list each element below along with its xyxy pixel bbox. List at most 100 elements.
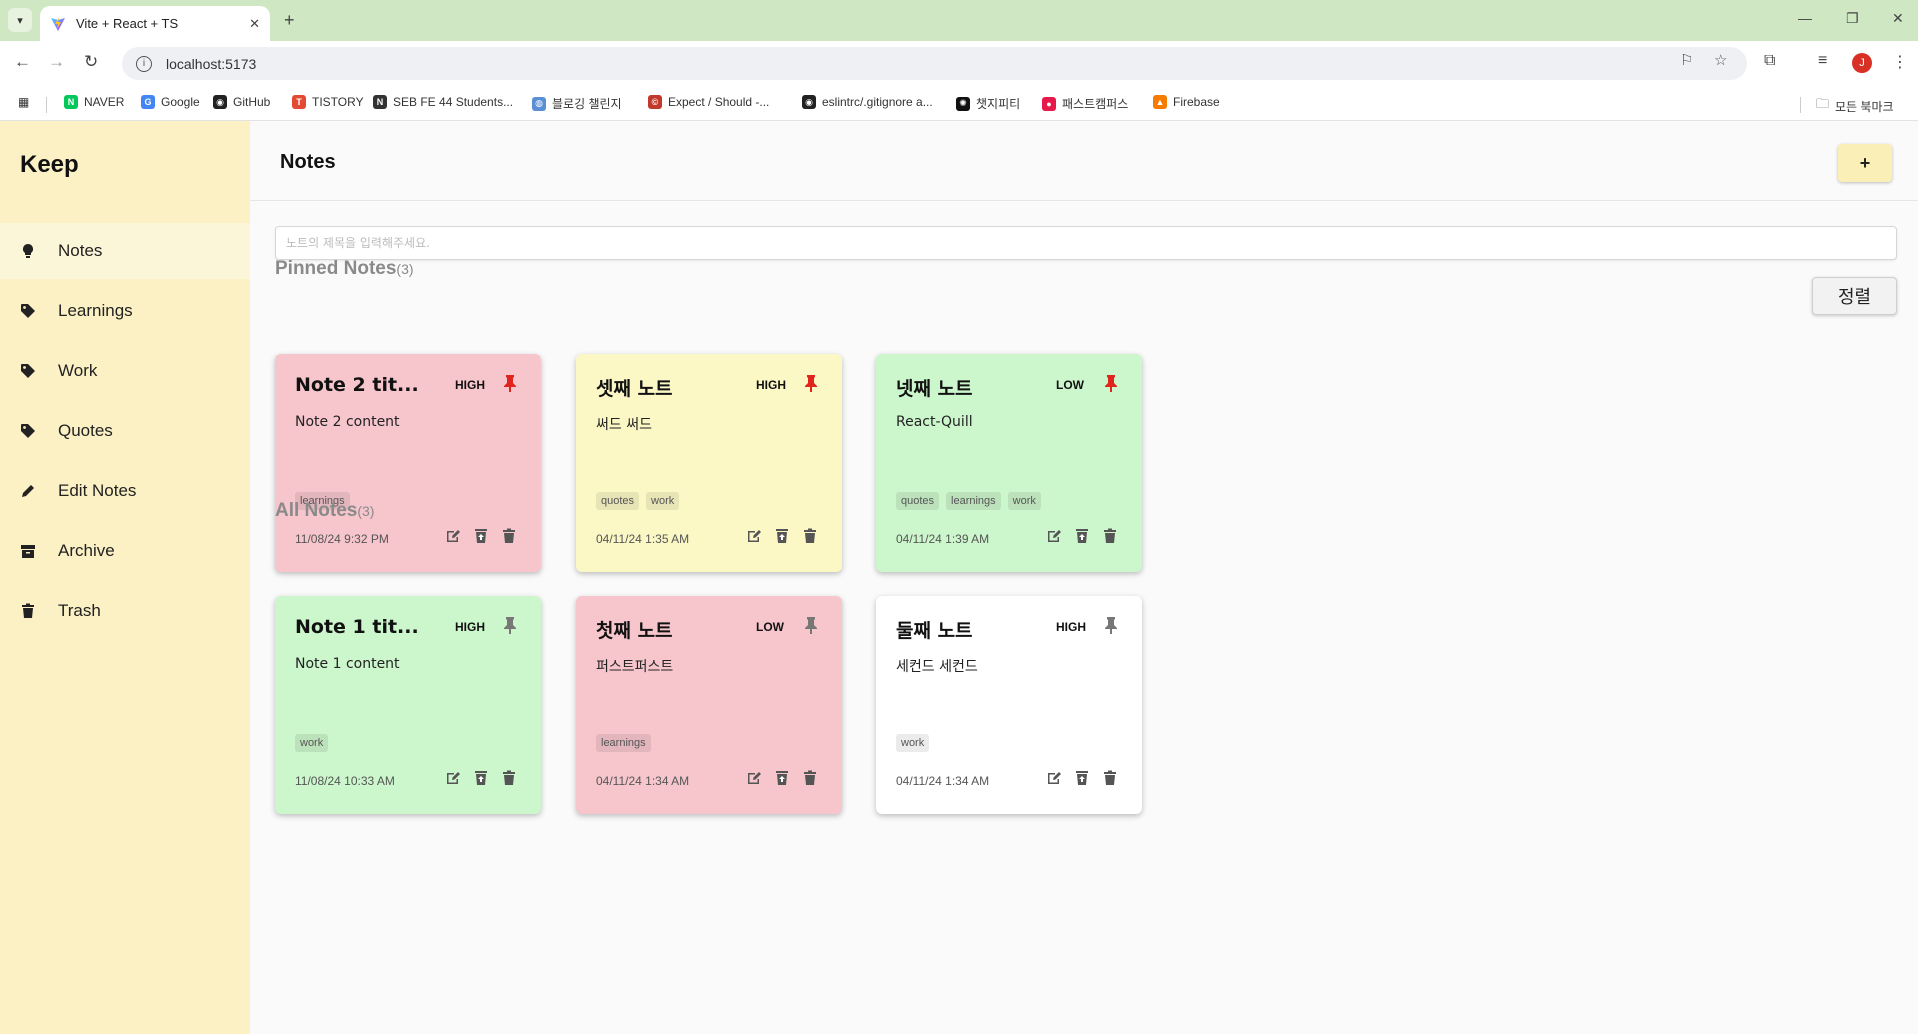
tab-title: Vite + React + TS (76, 16, 179, 31)
edit-icon[interactable] (445, 770, 461, 786)
profile-avatar[interactable]: J (1852, 53, 1872, 73)
edit-icon[interactable] (746, 528, 762, 544)
note-date: 11/08/24 10:33 AM (295, 774, 395, 788)
bookmark-item[interactable]: ◉ eslintrc/.gitignore a... (802, 95, 933, 109)
reload-icon[interactable]: ↻ (84, 52, 98, 72)
note-tags: quotes work (596, 492, 680, 510)
edit-icon[interactable] (1046, 528, 1062, 544)
sidebar-item-archive[interactable]: Archive (0, 523, 250, 579)
sort-button[interactable]: 정렬 (1812, 277, 1897, 315)
note-card[interactable]: Note 2 tit... HIGH Note 2 content learnings… (275, 354, 541, 572)
pin-icon[interactable] (1104, 374, 1118, 392)
delete-icon[interactable] (802, 528, 818, 544)
sidebar-item-label: Archive (58, 541, 115, 560)
window-close-icon[interactable]: ✕ (1892, 10, 1904, 27)
note-tag[interactable]: quotes (596, 492, 640, 510)
browser-tab[interactable]: Vite + React + TS ✕ (40, 6, 270, 41)
archive-icon (20, 543, 36, 559)
all-notes-count: (3) (357, 503, 375, 519)
minimize-icon[interactable]: — (1798, 10, 1812, 26)
note-tag[interactable]: work (1007, 492, 1041, 510)
lightbulb-icon (20, 243, 36, 259)
tag-icon (20, 303, 36, 319)
pin-icon[interactable] (804, 616, 818, 634)
archive-icon[interactable] (1074, 770, 1090, 786)
archive-icon[interactable] (774, 528, 790, 544)
add-note-button[interactable]: + (1838, 144, 1892, 182)
delete-icon[interactable] (501, 770, 517, 786)
sidebar-item-label: Edit Notes (58, 481, 137, 500)
note-tag[interactable]: quotes (896, 492, 940, 510)
note-card[interactable]: 첫째 노트 LOW 퍼스트퍼스트 learnings 04/11/24 1:34 AM (576, 596, 842, 814)
new-tab-icon[interactable]: + (284, 10, 295, 31)
media-controls-icon[interactable]: ≡ (1818, 52, 1827, 70)
bookmark-item[interactable]: ✺ 챗지피티 (956, 95, 1020, 112)
note-card[interactable]: 넷째 노트 LOW React-Quill quotes learnings work 04… (876, 354, 1142, 572)
sidebar-item-work[interactable]: Work (0, 343, 250, 399)
restore-icon[interactable]: ❐ (1846, 10, 1859, 27)
site-info-icon[interactable]: i (136, 55, 152, 72)
bookmark-star-icon[interactable]: ☆ (1714, 51, 1727, 69)
pin-icon[interactable] (1104, 616, 1118, 634)
bookmark-label: SEB FE 44 Students... (393, 95, 514, 109)
sidebar-item-label: Trash (58, 601, 101, 620)
pin-icon[interactable] (503, 374, 517, 392)
bookmark-item[interactable]: G Google (141, 95, 200, 109)
note-card[interactable]: 둘째 노트 HIGH 세컨드 세컨드 work 04/11/24 1:34 AM (876, 596, 1142, 814)
archive-icon[interactable] (1074, 528, 1090, 544)
bookmark-item[interactable]: ◍ 블로깅 챌린지 (532, 95, 622, 112)
address-bar[interactable]: i localhost:5173 (122, 47, 1747, 80)
pinned-notes-heading: Pinned Notes(3) (275, 258, 414, 280)
search-input[interactable] (275, 226, 1897, 260)
edit-icon[interactable] (1046, 770, 1062, 786)
sidebar-item-notes[interactable]: Notes (0, 223, 250, 279)
back-icon[interactable]: ← (14, 52, 31, 72)
sidebar-item-label: Learnings (58, 301, 133, 320)
tab-close-icon[interactable]: ✕ (249, 16, 260, 32)
pin-icon[interactable] (503, 616, 517, 634)
delete-icon[interactable] (802, 770, 818, 786)
forward-icon[interactable]: → (48, 52, 65, 72)
note-priority: HIGH (756, 378, 786, 392)
delete-icon[interactable] (501, 528, 517, 544)
tab-search-chevron-icon[interactable]: ▾ (8, 8, 32, 32)
bookmark-item[interactable]: N SEB FE 44 Students... (373, 95, 513, 109)
pencil-icon (20, 483, 36, 499)
note-tag[interactable]: learnings (946, 492, 1001, 510)
pin-icon[interactable] (804, 374, 818, 392)
all-bookmarks-folder[interactable]: 🗀 모든 북마크 (1816, 95, 1894, 117)
bookmark-item[interactable]: T TISTORY (292, 95, 364, 109)
browser-menu-icon[interactable]: ⋮ (1892, 52, 1908, 72)
archive-icon[interactable] (774, 770, 790, 786)
note-tag[interactable]: work (295, 734, 329, 752)
note-tag[interactable]: work (896, 734, 930, 752)
apps-grid-icon[interactable]: ▦ (18, 95, 29, 109)
sidebar-item-trash[interactable]: Trash (0, 583, 250, 639)
sidebar-item-edit-notes[interactable]: Edit Notes (0, 463, 250, 519)
delete-icon[interactable] (1102, 770, 1118, 786)
archive-icon[interactable] (473, 770, 489, 786)
edit-icon[interactable] (746, 770, 762, 786)
edit-icon[interactable] (445, 528, 461, 544)
note-actions (1046, 528, 1118, 544)
sidebar-item-quotes[interactable]: Quotes (0, 403, 250, 459)
bookmark-item[interactable]: N NAVER (64, 95, 124, 109)
translate-icon[interactable]: ⚐ (1680, 51, 1693, 69)
bookmark-item[interactable]: ◉ GitHub (213, 95, 270, 109)
note-card[interactable]: Note 1 tit... HIGH Note 1 content work 11/08… (275, 596, 541, 814)
archive-icon[interactable] (473, 528, 489, 544)
bookmark-favicon-icon: N (64, 95, 78, 109)
note-card[interactable]: 셋째 노트 HIGH 써드 써드 quotes work 04/11/24 1:35 AM (576, 354, 842, 572)
bookmark-item[interactable]: © Expect / Should -... (648, 95, 769, 109)
extensions-icon[interactable]: ⧉ (1764, 52, 1775, 70)
note-tag[interactable]: work (646, 492, 680, 510)
sidebar-item-learnings[interactable]: Learnings (0, 283, 250, 339)
bookmark-item[interactable]: ● 패스트캠퍼스 (1042, 95, 1128, 112)
all-bookmarks-label: 모든 북마크 (1835, 99, 1894, 114)
delete-icon[interactable] (1102, 528, 1118, 544)
note-tag[interactable]: learnings (596, 734, 651, 752)
note-priority: HIGH (455, 620, 485, 634)
note-date: 04/11/24 1:34 AM (596, 774, 690, 788)
bookmark-item[interactable]: ▲ Firebase (1153, 95, 1220, 109)
sidebar: Keep Notes Learnings Work Quotes Edit Notes A… (0, 121, 250, 1034)
